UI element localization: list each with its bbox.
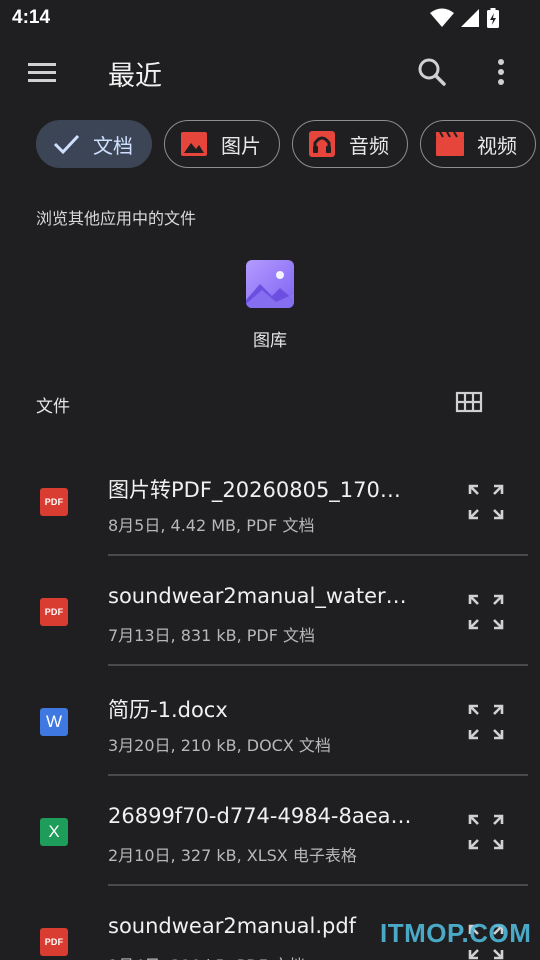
docx-file-icon: W [40,708,68,736]
status-time: 4:14 [12,7,51,28]
chip-label: 视频 [477,133,517,158]
file-meta: 1月4日, 320 kB, PDF 文档 [108,952,305,960]
browse-apps-label: 浏览其他应用中的文件 [36,209,197,228]
expand-preview-button[interactable] [466,812,506,852]
grid-view-icon [455,391,483,413]
expand-icon [468,484,504,520]
pdf-file-icon: PDF [40,598,68,626]
status-icons [430,7,500,33]
file-row[interactable]: PDF soundwear2manual_water… 7月13日, 831 k… [0,556,540,666]
signal-icon [460,8,480,32]
chip-label: 音频 [349,133,389,158]
menu-button[interactable] [22,54,62,90]
chip-images[interactable]: 图片 [164,120,280,168]
more-vert-icon [498,59,504,85]
pdf-file-icon: PDF [40,928,68,956]
expand-preview-button[interactable] [466,592,506,632]
headphones-icon [307,130,337,158]
wifi-icon [430,8,454,32]
chip-documents[interactable]: 文档 [36,120,152,168]
expand-preview-button[interactable] [466,702,506,742]
pdf-file-icon: PDF [40,488,68,516]
chip-label: 文档 [93,133,133,158]
file-name: 简历-1.docx [108,698,228,722]
search-icon [418,58,446,86]
file-row[interactable]: PDF 图片转PDF_20260805_170… 8月5日, 4.42 MB, … [0,446,540,556]
gallery-app-shortcut[interactable]: 图库 [230,260,310,351]
expand-icon [468,814,504,850]
xlsx-file-icon: X [40,818,68,846]
page-title: 最近 [108,61,162,92]
grid-view-toggle[interactable] [454,388,484,416]
filter-chips: 文档 图片 音频 视频 [36,120,536,168]
file-name: soundwear2manual.pdf [108,914,357,938]
file-meta: 3月20日, 210 kB, DOCX 文档 [108,736,331,755]
expand-icon [468,704,504,740]
file-meta: 7月13日, 831 kB, PDF 文档 [108,626,316,645]
more-options-button[interactable] [488,54,514,90]
gallery-icon [246,260,294,308]
status-bar: 4:14 [0,0,540,36]
screen: 4:14 最近 文档 图片 音频 视频 浏览其他应用中的文件 图库 文件 PDF… [0,0,540,960]
hamburger-menu-icon [28,63,56,82]
file-meta: 2月10日, 327 kB, XLSX 电子表格 [108,846,357,865]
app-bar: 最近 [0,40,540,104]
expand-preview-button[interactable] [466,482,506,522]
search-button[interactable] [414,54,450,90]
check-icon [51,130,81,158]
file-list: PDF 图片转PDF_20260805_170… 8月5日, 4.42 MB, … [0,446,540,960]
file-name: 图片转PDF_20260805_170… [108,478,401,502]
file-row[interactable]: W 简历-1.docx 3月20日, 210 kB, DOCX 文档 [0,666,540,776]
movie-icon [435,130,465,158]
chip-video[interactable]: 视频 [420,120,536,168]
file-meta: 8月5日, 4.42 MB, PDF 文档 [108,516,315,535]
gallery-label: 图库 [253,331,287,351]
files-section-header: 文件 [36,397,70,417]
battery-charging-icon [486,7,500,33]
expand-icon [468,594,504,630]
chip-audio[interactable]: 音频 [292,120,408,168]
file-name: soundwear2manual_water… [108,584,407,608]
file-row[interactable]: X 26899f70-d774-4984-8aea-… 2月10日, 327 k… [0,776,540,886]
watermark: ITMOP.COM [380,918,532,948]
chip-label: 图片 [221,133,261,158]
file-name: 26899f70-d774-4984-8aea-… [108,804,418,828]
image-icon [179,130,209,158]
